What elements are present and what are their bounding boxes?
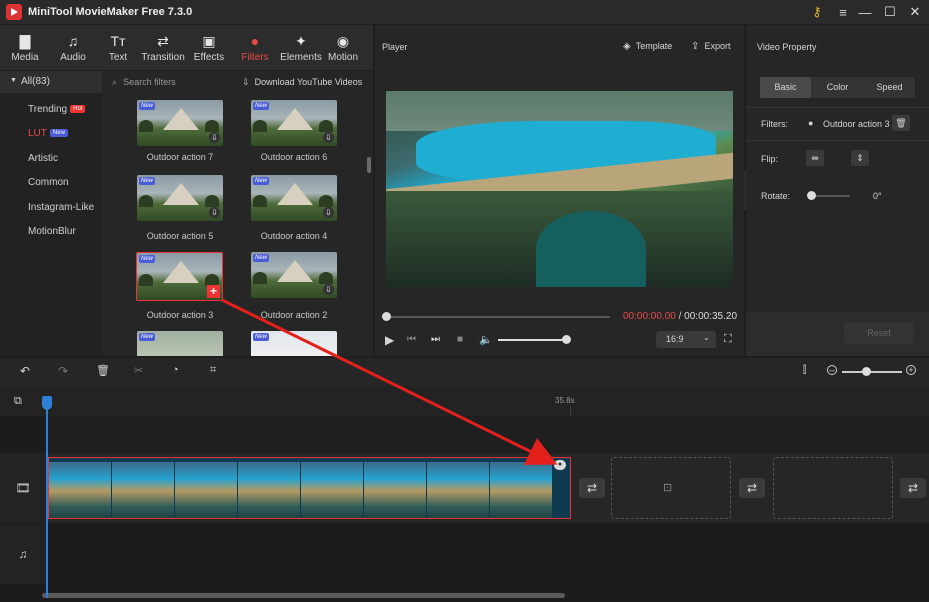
arrow-line: [221, 298, 558, 465]
drag-arrow-annotation: [221, 298, 558, 465]
